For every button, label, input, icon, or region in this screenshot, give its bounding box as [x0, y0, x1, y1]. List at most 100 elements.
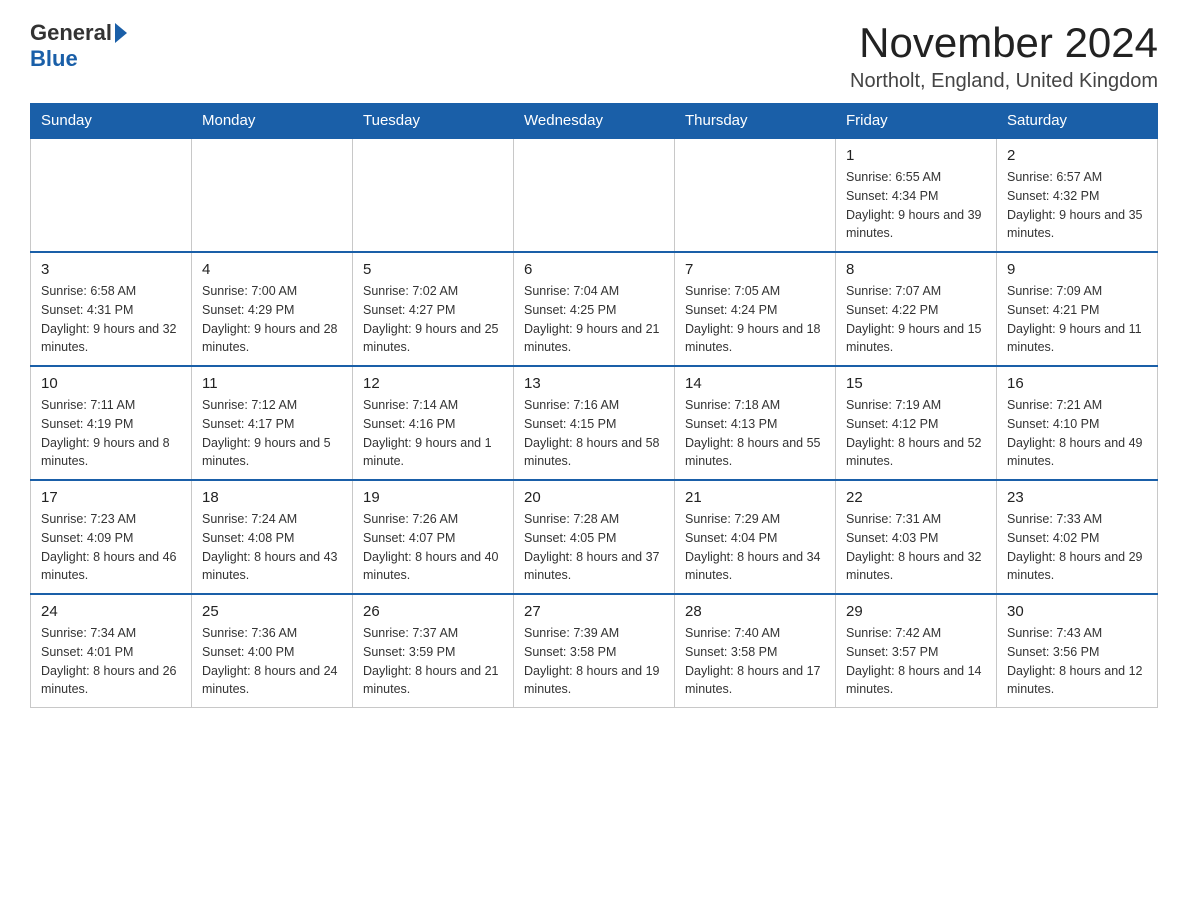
- calendar-week-row: 17 Sunrise: 7:23 AMSunset: 4:09 PMDayligh…: [31, 480, 1158, 594]
- day-info: Sunrise: 6:55 AMSunset: 4:34 PMDaylight:…: [846, 168, 986, 243]
- calendar-week-row: 10Sunrise: 7:11 AMSunset: 4:19 PMDayligh…: [31, 366, 1158, 480]
- day-info: Sunrise: 7:34 AMSunset: 4:01 PMDaylight:…: [41, 624, 181, 699]
- calendar-cell: 7Sunrise: 7:05 AMSunset: 4:24 PMDaylight…: [675, 252, 836, 366]
- calendar-cell: 19 Sunrise: 7:26 AMSunset: 4:07 PMDayligh…: [353, 480, 514, 594]
- day-info: Sunrise: 7:14 AMSunset: 4:16 PMDaylight:…: [363, 396, 503, 471]
- calendar-cell: 21 Sunrise: 7:29 AMSunset: 4:04 PMDayligh…: [675, 480, 836, 594]
- calendar-cell: 4 Sunrise: 7:00 AMSunset: 4:29 PMDaylight…: [192, 252, 353, 366]
- day-number: 2: [1007, 147, 1147, 164]
- day-number: 9: [1007, 261, 1147, 278]
- calendar-cell: 10Sunrise: 7:11 AMSunset: 4:19 PMDayligh…: [31, 366, 192, 480]
- calendar-cell: 20 Sunrise: 7:28 AMSunset: 4:05 PMDayligh…: [514, 480, 675, 594]
- calendar-week-row: 3 Sunrise: 6:58 AMSunset: 4:31 PMDaylight…: [31, 252, 1158, 366]
- day-number: 6: [524, 261, 664, 278]
- calendar-cell: 11 Sunrise: 7:12 AMSunset: 4:17 PMDayligh…: [192, 366, 353, 480]
- day-header-thursday: Thursday: [675, 104, 836, 139]
- calendar-cell: 16 Sunrise: 7:21 AMSunset: 4:10 PMDayligh…: [997, 366, 1158, 480]
- calendar-cell: 9 Sunrise: 7:09 AMSunset: 4:21 PMDaylight…: [997, 252, 1158, 366]
- day-info: Sunrise: 7:19 AMSunset: 4:12 PMDaylight:…: [846, 396, 986, 471]
- day-number: 29: [846, 603, 986, 620]
- day-header-monday: Monday: [192, 104, 353, 139]
- day-info: Sunrise: 7:31 AMSunset: 4:03 PMDaylight:…: [846, 510, 986, 585]
- calendar-cell: 23 Sunrise: 7:33 AMSunset: 4:02 PMDayligh…: [997, 480, 1158, 594]
- day-info: Sunrise: 7:37 AMSunset: 3:59 PMDaylight:…: [363, 624, 503, 699]
- day-header-tuesday: Tuesday: [353, 104, 514, 139]
- day-info: Sunrise: 7:39 AMSunset: 3:58 PMDaylight:…: [524, 624, 664, 699]
- day-number: 21: [685, 489, 825, 506]
- calendar-cell: 28Sunrise: 7:40 AMSunset: 3:58 PMDayligh…: [675, 594, 836, 708]
- logo-triangle-icon: [115, 23, 127, 43]
- calendar-header-row: SundayMondayTuesdayWednesdayThursdayFrid…: [31, 104, 1158, 139]
- day-number: 16: [1007, 375, 1147, 392]
- calendar-cell: 15 Sunrise: 7:19 AMSunset: 4:12 PMDayligh…: [836, 366, 997, 480]
- calendar-cell: 12 Sunrise: 7:14 AMSunset: 4:16 PMDayligh…: [353, 366, 514, 480]
- day-number: 19: [363, 489, 503, 506]
- day-info: Sunrise: 7:23 AMSunset: 4:09 PMDaylight:…: [41, 510, 181, 585]
- calendar-cell: 5Sunrise: 7:02 AMSunset: 4:27 PMDaylight…: [353, 252, 514, 366]
- day-number: 5: [363, 261, 503, 278]
- day-number: 23: [1007, 489, 1147, 506]
- logo: General Blue: [30, 20, 130, 72]
- day-info: Sunrise: 7:16 AMSunset: 4:15 PMDaylight:…: [524, 396, 664, 471]
- calendar-cell: [675, 138, 836, 252]
- calendar-cell: 2 Sunrise: 6:57 AMSunset: 4:32 PMDaylight…: [997, 138, 1158, 252]
- day-number: 22: [846, 489, 986, 506]
- day-info: Sunrise: 7:26 AMSunset: 4:07 PMDaylight:…: [363, 510, 503, 585]
- calendar-cell: [192, 138, 353, 252]
- day-info: Sunrise: 7:24 AMSunset: 4:08 PMDaylight:…: [202, 510, 342, 585]
- calendar-cell: 14 Sunrise: 7:18 AMSunset: 4:13 PMDayligh…: [675, 366, 836, 480]
- day-number: 14: [685, 375, 825, 392]
- day-number: 12: [363, 375, 503, 392]
- day-number: 1: [846, 147, 986, 164]
- day-number: 4: [202, 261, 342, 278]
- calendar-cell: 6Sunrise: 7:04 AMSunset: 4:25 PMDaylight…: [514, 252, 675, 366]
- day-number: 18: [202, 489, 342, 506]
- calendar-cell: 8Sunrise: 7:07 AMSunset: 4:22 PMDaylight…: [836, 252, 997, 366]
- day-number: 11: [202, 375, 342, 392]
- day-header-wednesday: Wednesday: [514, 104, 675, 139]
- calendar-cell: [353, 138, 514, 252]
- day-number: 10: [41, 375, 181, 392]
- day-number: 17: [41, 489, 181, 506]
- calendar-cell: 25 Sunrise: 7:36 AMSunset: 4:00 PMDayligh…: [192, 594, 353, 708]
- calendar-table: SundayMondayTuesdayWednesdayThursdayFrid…: [30, 103, 1158, 708]
- page-header: General Blue November 2024 Northolt, Eng…: [30, 20, 1158, 93]
- day-number: 26: [363, 603, 503, 620]
- day-info: Sunrise: 7:09 AMSunset: 4:21 PMDaylight:…: [1007, 282, 1147, 357]
- day-info: Sunrise: 7:33 AMSunset: 4:02 PMDaylight:…: [1007, 510, 1147, 585]
- day-info: Sunrise: 7:28 AMSunset: 4:05 PMDaylight:…: [524, 510, 664, 585]
- day-number: 3: [41, 261, 181, 278]
- logo-text: General: [30, 20, 130, 46]
- day-info: Sunrise: 7:29 AMSunset: 4:04 PMDaylight:…: [685, 510, 825, 585]
- calendar-cell: 27 Sunrise: 7:39 AMSunset: 3:58 PMDayligh…: [514, 594, 675, 708]
- day-info: Sunrise: 7:36 AMSunset: 4:00 PMDaylight:…: [202, 624, 342, 699]
- day-info: Sunrise: 7:00 AMSunset: 4:29 PMDaylight:…: [202, 282, 342, 357]
- day-info: Sunrise: 6:57 AMSunset: 4:32 PMDaylight:…: [1007, 168, 1147, 243]
- day-info: Sunrise: 7:43 AMSunset: 3:56 PMDaylight:…: [1007, 624, 1147, 699]
- calendar-week-row: 1 Sunrise: 6:55 AMSunset: 4:34 PMDaylight…: [31, 138, 1158, 252]
- day-info: Sunrise: 7:05 AMSunset: 4:24 PMDaylight:…: [685, 282, 825, 357]
- day-header-saturday: Saturday: [997, 104, 1158, 139]
- day-info: Sunrise: 6:58 AMSunset: 4:31 PMDaylight:…: [41, 282, 181, 357]
- title-section: November 2024 Northolt, England, United …: [850, 20, 1158, 93]
- calendar-cell: 29Sunrise: 7:42 AMSunset: 3:57 PMDayligh…: [836, 594, 997, 708]
- calendar-cell: 22 Sunrise: 7:31 AMSunset: 4:03 PMDayligh…: [836, 480, 997, 594]
- calendar-cell: 17 Sunrise: 7:23 AMSunset: 4:09 PMDayligh…: [31, 480, 192, 594]
- logo-blue: Blue: [30, 46, 78, 72]
- day-info: Sunrise: 7:21 AMSunset: 4:10 PMDaylight:…: [1007, 396, 1147, 471]
- day-info: Sunrise: 7:12 AMSunset: 4:17 PMDaylight:…: [202, 396, 342, 471]
- day-number: 15: [846, 375, 986, 392]
- day-number: 8: [846, 261, 986, 278]
- logo-general: General: [30, 20, 112, 46]
- calendar-cell: [31, 138, 192, 252]
- calendar-cell: [514, 138, 675, 252]
- calendar-cell: 18 Sunrise: 7:24 AMSunset: 4:08 PMDayligh…: [192, 480, 353, 594]
- day-number: 20: [524, 489, 664, 506]
- day-info: Sunrise: 7:18 AMSunset: 4:13 PMDaylight:…: [685, 396, 825, 471]
- calendar-cell: 3 Sunrise: 6:58 AMSunset: 4:31 PMDaylight…: [31, 252, 192, 366]
- calendar-cell: 1 Sunrise: 6:55 AMSunset: 4:34 PMDaylight…: [836, 138, 997, 252]
- day-number: 30: [1007, 603, 1147, 620]
- day-number: 28: [685, 603, 825, 620]
- day-number: 27: [524, 603, 664, 620]
- day-number: 25: [202, 603, 342, 620]
